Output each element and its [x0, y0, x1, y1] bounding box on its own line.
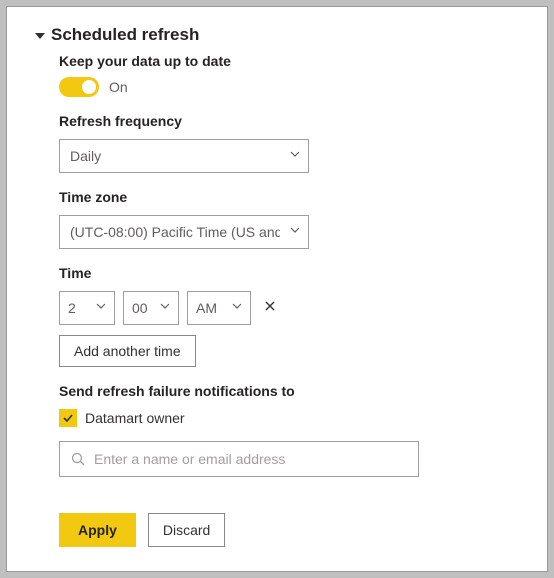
notification-recipient-field[interactable]	[59, 441, 419, 477]
section-header[interactable]: Scheduled refresh	[35, 25, 519, 45]
scheduled-refresh-panel: Scheduled refresh Keep your data up to d…	[6, 6, 548, 572]
time-zone-select[interactable]: (UTC-08:00) Pacific Time (US and Canada)	[59, 215, 309, 249]
time-label: Time	[59, 265, 519, 281]
notification-recipient-input[interactable]	[94, 451, 408, 467]
time-meridiem-select[interactable]: AM	[187, 291, 251, 325]
footer-actions: Apply Discard	[59, 513, 519, 547]
refresh-frequency-select[interactable]: Daily	[59, 139, 309, 173]
keep-up-to-date-toggle[interactable]	[59, 77, 99, 97]
refresh-frequency-label: Refresh frequency	[59, 113, 519, 129]
time-zone-label: Time zone	[59, 189, 519, 205]
add-another-time-button[interactable]: Add another time	[59, 335, 196, 367]
time-hour-select[interactable]: 2	[59, 291, 115, 325]
remove-time-button[interactable]	[259, 299, 281, 318]
keep-up-to-date-label: Keep your data up to date	[59, 53, 519, 69]
disclosure-triangle-icon	[35, 33, 45, 39]
toggle-state-label: On	[109, 79, 128, 95]
discard-button[interactable]: Discard	[148, 513, 225, 547]
time-row: 2 00 AM	[59, 291, 519, 325]
notifications-label: Send refresh failure notifications to	[59, 383, 519, 399]
apply-button[interactable]: Apply	[59, 513, 136, 547]
datamart-owner-label: Datamart owner	[85, 410, 185, 426]
datamart-owner-checkbox[interactable]	[59, 409, 77, 427]
time-minute-select[interactable]: 00	[123, 291, 179, 325]
check-icon	[62, 412, 74, 424]
search-icon	[70, 451, 86, 467]
section-title: Scheduled refresh	[51, 25, 199, 45]
toggle-knob	[82, 80, 96, 94]
